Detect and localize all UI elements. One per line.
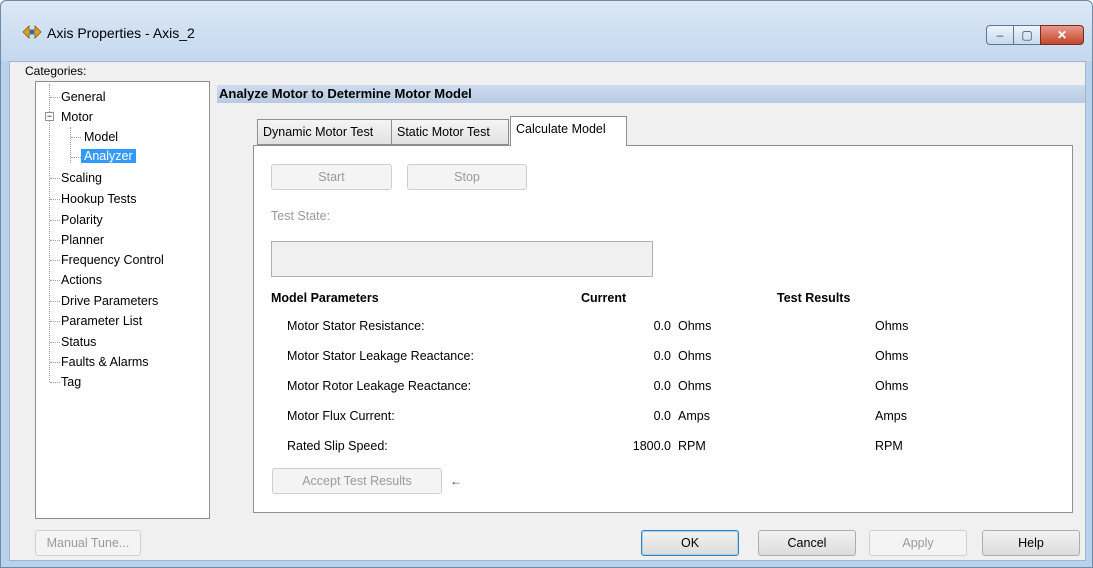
- tree-connector: [50, 321, 60, 322]
- tree-item-scaling[interactable]: Scaling: [61, 170, 102, 186]
- param-current-value: 1800.0: [632, 439, 671, 453]
- apply-button[interactable]: Apply: [869, 530, 967, 556]
- tree-item-analyzer[interactable]: Analyzer: [81, 148, 136, 164]
- categories-label: Categories:: [25, 64, 87, 78]
- tree-connector: [50, 97, 60, 98]
- test-state-field: [271, 241, 653, 277]
- tree-item-general[interactable]: General: [61, 89, 105, 105]
- tree-item-motor[interactable]: Motor: [61, 109, 93, 125]
- cancel-button[interactable]: Cancel: [758, 530, 856, 556]
- maximize-button[interactable]: ▢: [1013, 25, 1041, 45]
- tree-connector: [50, 220, 60, 221]
- tree-connector: [50, 362, 60, 363]
- tree-item-model[interactable]: Model: [84, 129, 118, 145]
- tree-connector: [50, 240, 60, 241]
- tree-connector: [71, 137, 81, 138]
- tree-item-drive-parameters[interactable]: Drive Parameters: [61, 293, 158, 309]
- axis-gear-icon: [22, 25, 42, 39]
- param-name: Motor Stator Leakage Reactance:: [287, 349, 474, 363]
- tree-item-faults-alarms[interactable]: Faults & Alarms: [61, 354, 149, 370]
- window-controls: – ▢ ✕: [986, 25, 1084, 45]
- close-icon: ✕: [1056, 28, 1068, 42]
- param-current-unit: RPM: [678, 439, 706, 453]
- test-state-label: Test State:: [271, 209, 331, 223]
- categories-tree[interactable]: General − Motor Model Analyzer Scaling H…: [35, 81, 210, 519]
- tree-item-polarity[interactable]: Polarity: [61, 212, 103, 228]
- param-current-unit: Ohms: [678, 319, 712, 333]
- param-current-value: 0.0: [653, 379, 671, 393]
- close-button[interactable]: ✕: [1040, 25, 1084, 45]
- tree-item-hookup-tests[interactable]: Hookup Tests: [61, 191, 137, 207]
- param-current-unit: Ohms: [678, 379, 712, 393]
- title-bar[interactable]: Axis Properties - Axis_2 – ▢ ✕: [1, 1, 1092, 61]
- param-name: Motor Stator Resistance:: [287, 319, 425, 333]
- param-result-unit: Ohms: [875, 349, 909, 363]
- tree-item-tag[interactable]: Tag: [61, 374, 81, 390]
- tree-connector: [50, 260, 60, 261]
- start-button[interactable]: Start: [271, 164, 392, 190]
- model-parameters-header: Model Parameters: [271, 291, 379, 305]
- tree-connector: [50, 301, 60, 302]
- tree-line: [49, 84, 50, 382]
- help-button[interactable]: Help: [982, 530, 1080, 556]
- param-result-unit: Amps: [875, 409, 907, 423]
- tree-connector: [50, 382, 60, 383]
- tree-connector: [50, 178, 60, 179]
- tree-connector: [50, 342, 60, 343]
- accept-test-results-button[interactable]: Accept Test Results: [272, 468, 442, 494]
- param-name: Rated Slip Speed:: [287, 439, 388, 453]
- page-header: Analyze Motor to Determine Motor Model: [217, 85, 1085, 103]
- param-result-unit: Ohms: [875, 319, 909, 333]
- tab-dynamic-motor-test[interactable]: Dynamic Motor Test: [257, 119, 392, 145]
- axis-properties-window: Axis Properties - Axis_2 – ▢ ✕ Categorie…: [0, 0, 1093, 568]
- tree-connector: [50, 280, 60, 281]
- minimize-button[interactable]: –: [986, 25, 1014, 45]
- manual-tune-button[interactable]: Manual Tune...: [35, 530, 141, 556]
- tree-connector: [50, 199, 60, 200]
- maximize-icon: ▢: [1021, 28, 1033, 42]
- stop-button[interactable]: Stop: [407, 164, 527, 190]
- left-arrow-icon: ←: [450, 474, 462, 488]
- param-result-unit: RPM: [875, 439, 903, 453]
- tree-item-parameter-list[interactable]: Parameter List: [61, 313, 142, 329]
- current-header: Current: [581, 291, 627, 305]
- tab-label: Dynamic Motor Test: [263, 125, 374, 139]
- tree-item-actions[interactable]: Actions: [61, 272, 102, 288]
- tree-item-status[interactable]: Status: [61, 334, 96, 350]
- param-current-value: 0.0: [653, 409, 671, 423]
- tab-calculate-model[interactable]: Calculate Model: [510, 116, 627, 146]
- param-current-unit: Amps: [678, 409, 710, 423]
- window-title: Axis Properties - Axis_2: [47, 25, 195, 41]
- param-current-unit: Ohms: [678, 349, 712, 363]
- param-name: Motor Flux Current:: [287, 409, 395, 423]
- param-current-value: 0.0: [653, 319, 671, 333]
- param-name: Motor Rotor Leakage Reactance:: [287, 379, 472, 393]
- tab-label: Calculate Model: [516, 122, 606, 136]
- tab-label: Static Motor Test: [397, 125, 490, 139]
- ok-button[interactable]: OK: [641, 530, 739, 556]
- minimize-icon: –: [996, 28, 1004, 42]
- tree-connector: [71, 157, 81, 158]
- test-results-header: Test Results: [777, 291, 851, 305]
- param-result-unit: Ohms: [875, 379, 909, 393]
- tree-item-frequency-control[interactable]: Frequency Control: [61, 252, 164, 268]
- param-current-value: 0.0: [653, 349, 671, 363]
- collapse-icon[interactable]: −: [45, 112, 54, 121]
- tab-static-motor-test[interactable]: Static Motor Test: [391, 119, 509, 145]
- tree-item-planner[interactable]: Planner: [61, 232, 104, 248]
